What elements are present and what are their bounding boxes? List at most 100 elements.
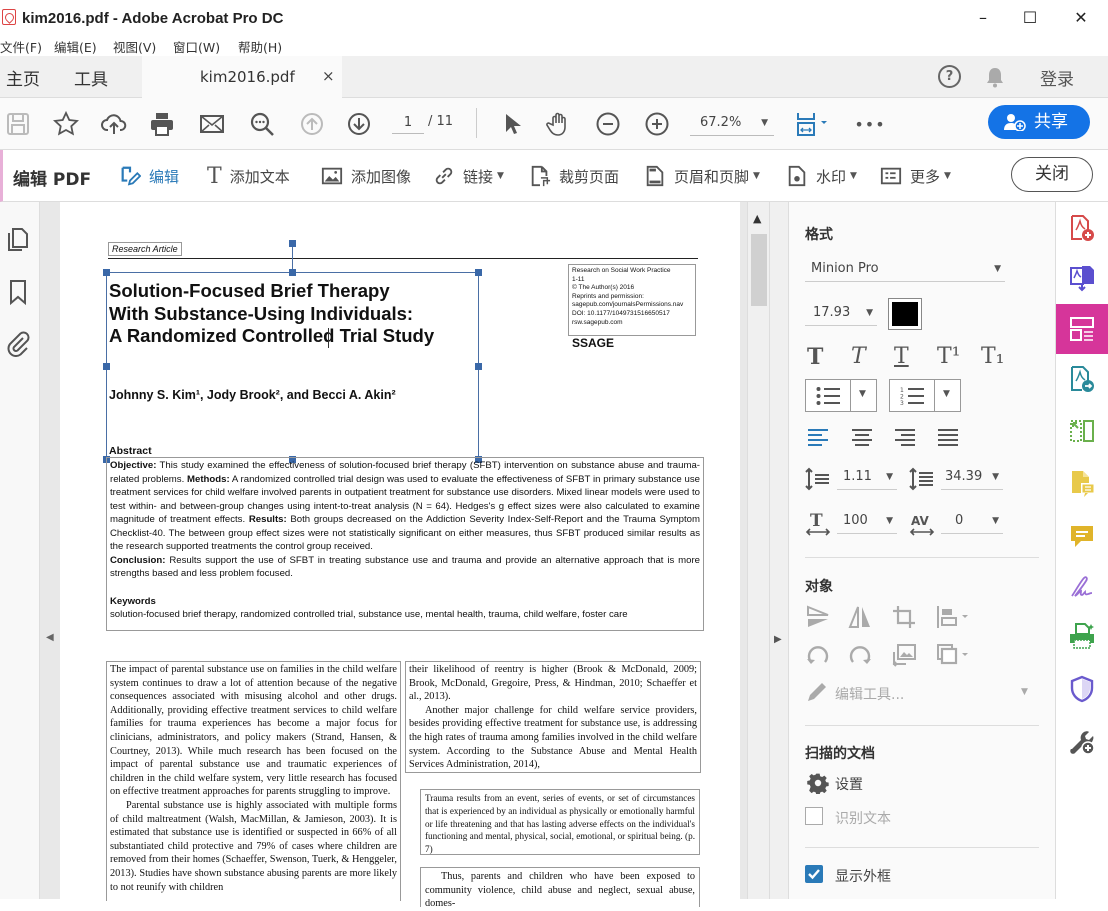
font-family-select[interactable]: Minion Pro ▼ (805, 258, 1005, 282)
bell-icon[interactable] (985, 66, 1005, 88)
subscript-button[interactable]: T₁ (981, 344, 1005, 369)
document-viewport[interactable]: ◀ Research Article Research on Social Wo… (40, 202, 747, 909)
login-link[interactable]: 登录 (1040, 65, 1074, 90)
body-column-left[interactable]: The impact of parental substance use on … (106, 661, 401, 901)
align-justify-icon[interactable] (937, 428, 959, 446)
page-number-input[interactable]: 1 (392, 112, 424, 134)
help-icon[interactable]: ? (938, 65, 961, 88)
rotate-clockwise-icon[interactable] (847, 642, 873, 668)
crop-pages-button[interactable]: 裁剪页面 (529, 163, 619, 189)
article-title[interactable]: Solution-Focused Brief Therapy With Subs… (109, 280, 489, 348)
vertical-scrollbar[interactable]: ▲ (747, 202, 769, 899)
article-type-label[interactable]: Research Article (108, 242, 182, 256)
page-up-icon[interactable] (298, 110, 326, 138)
menu-file[interactable]: 文件(F) (0, 37, 42, 56)
block-quote[interactable]: Trauma results from an event, series of … (420, 789, 700, 855)
crop-icon[interactable] (891, 604, 917, 630)
tab-tools[interactable]: 工具 (74, 65, 108, 90)
text-color-picker[interactable] (888, 298, 922, 330)
tab-home[interactable]: 主页 (6, 65, 40, 90)
abstract-text-box[interactable]: Objective: This study examined the effec… (106, 457, 704, 631)
panel-collapse-bar[interactable]: ▶ (769, 202, 789, 899)
body-paragraph[interactable]: Thus, parents and children who have been… (420, 867, 700, 909)
paragraph-spacing-select[interactable]: 34.39 ▼ (941, 466, 1003, 490)
abstract-heading[interactable]: Abstract (109, 445, 152, 457)
minimize-button[interactable]: – (960, 2, 1006, 32)
font-size-select[interactable]: 17.93 ▼ (805, 302, 877, 326)
edit-tools-dropdown[interactable]: 编辑工具... (835, 684, 904, 704)
article-authors[interactable]: Johnny S. Kim¹, Jody Brook², and Becci A… (109, 388, 396, 402)
print-icon[interactable] (148, 110, 176, 138)
link-button[interactable]: 链接 ▼ (433, 163, 504, 189)
more-icon[interactable]: ••• (854, 110, 884, 138)
superscript-button[interactable]: T¹ (937, 344, 961, 369)
select-cursor-icon[interactable] (498, 110, 526, 138)
scroll-up-arrow[interactable]: ▲ (753, 212, 761, 225)
align-center-icon[interactable] (851, 428, 873, 446)
bookmark-icon[interactable] (4, 278, 32, 306)
header-footer-button[interactable]: 页眉和页脚 ▼ (644, 163, 760, 189)
edit-pdf-tool[interactable] (1056, 304, 1108, 354)
save-icon[interactable] (4, 110, 32, 138)
fill-sign-tool[interactable] (1068, 574, 1096, 602)
scrollbar-thumb[interactable] (751, 234, 767, 306)
zoom-level-select[interactable]: 67.2% ▼ (690, 112, 774, 136)
attachment-icon[interactable] (4, 329, 32, 357)
close-tab-button[interactable]: × (322, 67, 335, 85)
recognize-text-checkbox[interactable] (805, 807, 823, 825)
menu-edit[interactable]: 编辑(E) (54, 37, 97, 56)
bold-button[interactable]: T (807, 344, 823, 370)
bullet-list-button[interactable]: ▼ (805, 379, 877, 412)
fit-page-icon[interactable] (794, 110, 834, 138)
line-spacing-select[interactable]: 1.11 ▼ (837, 466, 897, 490)
email-icon[interactable] (198, 110, 226, 138)
comment-file-tool[interactable] (1068, 469, 1096, 497)
edit-button[interactable]: 编辑 (119, 163, 179, 189)
close-edit-button[interactable]: 关闭 (1011, 157, 1093, 192)
find-icon[interactable] (248, 110, 276, 138)
page-thumbnails-icon[interactable] (4, 226, 32, 254)
resize-handle[interactable] (103, 269, 110, 276)
resize-handle[interactable] (103, 363, 110, 370)
more-tools[interactable] (1068, 727, 1096, 755)
underline-button[interactable]: T (894, 344, 909, 369)
settings-link[interactable]: 设置 (835, 774, 863, 794)
resize-handle[interactable] (475, 269, 482, 276)
cloud-upload-icon[interactable] (100, 110, 128, 138)
arrange-objects-icon[interactable] (935, 642, 971, 668)
star-icon[interactable] (52, 110, 80, 138)
page-down-icon[interactable] (345, 110, 373, 138)
numbered-list-button[interactable]: 123 ▼ (889, 379, 961, 412)
menu-help[interactable]: 帮助(H) (238, 37, 282, 56)
add-image-button[interactable]: 添加图像 (321, 163, 411, 189)
journal-info-box[interactable]: Research on Social Work Practice 1-11 © … (568, 264, 696, 336)
zoom-out-icon[interactable] (594, 110, 622, 138)
tab-document[interactable]: kim2016.pdf × (142, 56, 342, 98)
export-pdf-tool[interactable] (1068, 264, 1096, 292)
resize-handle[interactable] (289, 269, 296, 276)
organize-pages-tool[interactable] (1068, 417, 1096, 445)
resize-handle[interactable] (475, 363, 482, 370)
gear-icon[interactable] (807, 772, 829, 794)
align-left-icon[interactable] (807, 428, 829, 446)
flip-horizontal-icon[interactable] (847, 604, 873, 630)
create-pdf-tool[interactable] (1068, 214, 1096, 242)
hand-icon[interactable] (545, 110, 573, 138)
horizontal-scale-select[interactable]: 100 ▼ (837, 510, 897, 534)
show-bounding-boxes-checkbox[interactable] (805, 865, 823, 883)
flip-vertical-icon[interactable] (805, 604, 831, 630)
align-right-icon[interactable] (894, 428, 916, 446)
menu-view[interactable]: 视图(V) (113, 37, 156, 56)
rotate-handle[interactable] (289, 240, 296, 247)
scan-ocr-tool[interactable] (1068, 622, 1096, 650)
character-spacing-select[interactable]: 0 ▼ (941, 510, 1003, 534)
previous-page-arrow[interactable]: ◀ (46, 632, 54, 643)
watermark-button[interactable]: 水印 ▼ (786, 163, 857, 189)
more-edit-button[interactable]: 更多 ▼ (880, 163, 951, 189)
protect-tool[interactable] (1068, 675, 1096, 703)
zoom-in-icon[interactable] (643, 110, 671, 138)
rotate-counterclockwise-icon[interactable] (805, 642, 831, 668)
collapse-panel-arrow[interactable]: ▶ (774, 634, 782, 645)
replace-image-icon[interactable] (891, 642, 917, 668)
combine-files-tool[interactable] (1068, 365, 1096, 393)
